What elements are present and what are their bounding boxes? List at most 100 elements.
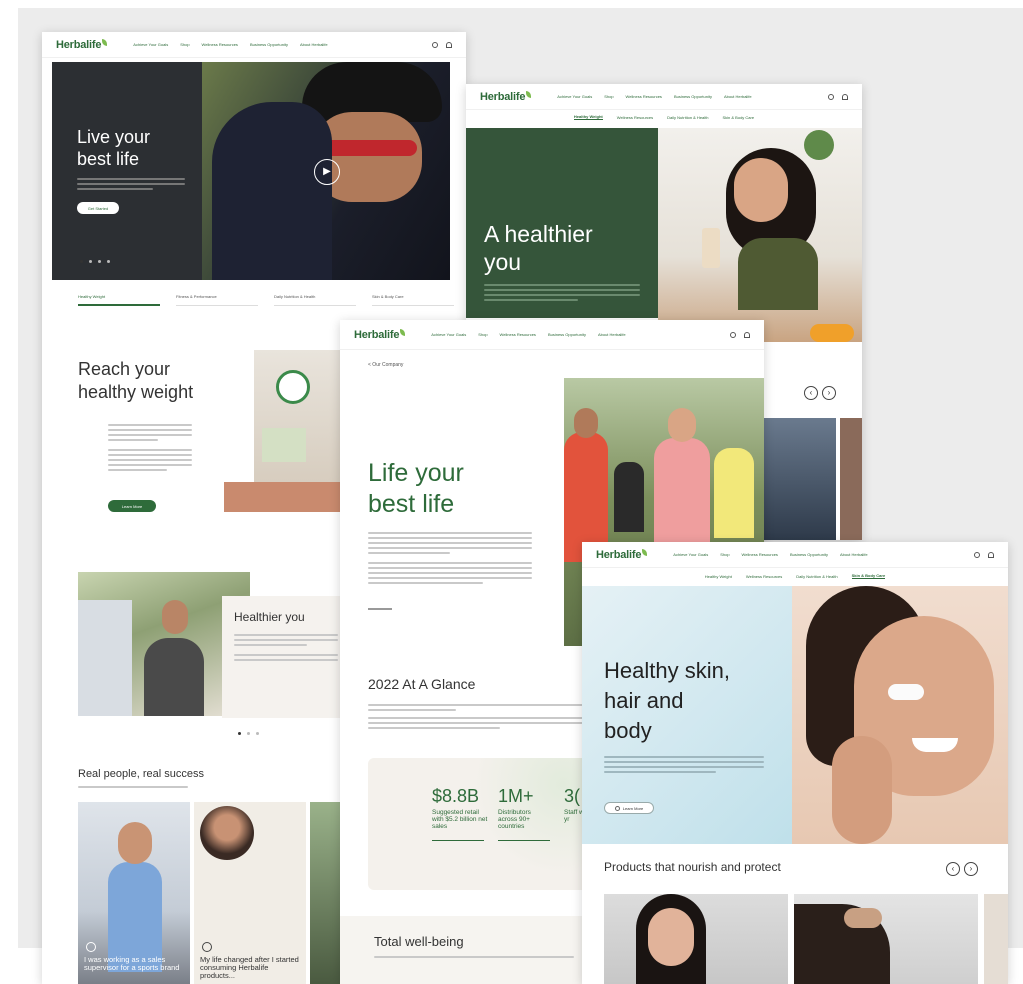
- nav-about[interactable]: About Herbalife: [840, 552, 868, 557]
- play-video-icon[interactable]: ▶: [314, 159, 340, 185]
- hero-title: A healthier you: [484, 221, 593, 275]
- sub-nav: Healthy Weight Wellness Resources Daily …: [466, 110, 862, 124]
- nav-achieve-goals[interactable]: Achieve Your Goals: [673, 552, 708, 557]
- hero-cta-button[interactable]: Get Started: [77, 202, 119, 214]
- product-thumb-2[interactable]: [840, 418, 862, 540]
- nav-about[interactable]: About Herbalife: [724, 94, 752, 99]
- woman-skincare-photo: [792, 586, 1008, 844]
- subnav-wellness[interactable]: Wellness Resources: [746, 574, 782, 579]
- herbalife-logo[interactable]: Herbalife: [354, 328, 406, 341]
- stat-2: 1M+ Distributors across 90+ countries: [498, 786, 558, 841]
- tab-daily-nutrition[interactable]: Daily Nutrition & Health: [274, 294, 356, 306]
- stat-1-divider: [432, 840, 484, 841]
- user-icon[interactable]: [744, 331, 750, 338]
- product-card-3[interactable]: [984, 894, 1008, 984]
- kitchen-plant: [804, 130, 834, 160]
- runner-center: [654, 438, 710, 548]
- woman-top: [738, 238, 818, 310]
- product-thumb-1[interactable]: [764, 418, 836, 540]
- hero-more-link[interactable]: [368, 608, 392, 610]
- nav-wellness-resources[interactable]: Wellness Resources: [626, 94, 662, 99]
- healthier-you-card: Healthier you: [222, 596, 350, 718]
- product-badge-icon: [276, 370, 310, 404]
- nav-achieve-goals[interactable]: Achieve Your Goals: [431, 332, 466, 337]
- tab-skin-body[interactable]: Skin & Body Care: [372, 294, 454, 306]
- nav-shop[interactable]: Shop: [180, 42, 189, 47]
- subnav-skin-body[interactable]: Skin & Body Care: [723, 115, 755, 120]
- search-icon[interactable]: [974, 551, 980, 558]
- tab-healthy-weight[interactable]: Healthy Weight: [78, 294, 160, 306]
- nav-wellness-resources[interactable]: Wellness Resources: [202, 42, 238, 47]
- healthy-weight-cta[interactable]: Learn More: [108, 500, 156, 512]
- products-prev-button[interactable]: ‹: [946, 862, 960, 876]
- herbalife-logo[interactable]: Herbalife: [480, 90, 532, 103]
- nav-about[interactable]: About Herbalife: [598, 332, 626, 337]
- hairbrush-icon: [844, 908, 882, 928]
- nav-business-opportunity[interactable]: Business Opportunity: [250, 42, 288, 47]
- user-icon[interactable]: [842, 93, 848, 100]
- runner-middle: [614, 462, 644, 532]
- hero-cta-button[interactable]: Learn More: [604, 802, 654, 814]
- search-icon[interactable]: [828, 93, 834, 100]
- stat-2-value: 1M+: [498, 786, 534, 806]
- card-carousel-dots[interactable]: [238, 732, 259, 735]
- nav-business-opportunity[interactable]: Business Opportunity: [790, 552, 828, 557]
- subnav-wellness[interactable]: Wellness Resources: [617, 115, 653, 120]
- hero-description: [604, 756, 764, 776]
- nav-achieve-goals[interactable]: Achieve Your Goals: [133, 42, 168, 47]
- nav-wellness-resources[interactable]: Wellness Resources: [742, 552, 778, 557]
- oranges: [810, 324, 854, 342]
- hero-carousel-dots[interactable]: [80, 260, 110, 263]
- sub-nav: Healthy Weight Wellness Resources Daily …: [582, 568, 1008, 584]
- subnav-daily-nutrition[interactable]: Daily Nutrition & Health: [667, 115, 708, 120]
- story-2-text: My life changed after I started consumin…: [200, 955, 299, 980]
- hero-light-panel: Healthy skin, hair and body Learn More: [582, 586, 792, 844]
- story-2-icon: [202, 942, 212, 952]
- glance-description: [368, 704, 588, 732]
- success-story-card-2[interactable]: My life changed after I started consumin…: [194, 802, 306, 984]
- person-left: [78, 600, 132, 716]
- nav-about[interactable]: About Herbalife: [300, 42, 328, 47]
- tab-fitness[interactable]: Fitness & Performance: [176, 294, 258, 306]
- search-icon[interactable]: [432, 41, 438, 48]
- nav-achieve-goals[interactable]: Achieve Your Goals: [557, 94, 592, 99]
- subnav-skin-body[interactable]: Skin & Body Care: [851, 573, 886, 579]
- woman-smile: [912, 738, 958, 752]
- product-card-1[interactable]: [604, 894, 788, 984]
- products-title: Products that nourish and protect: [604, 860, 781, 874]
- carousel-next-button[interactable]: ›: [822, 386, 836, 400]
- subnav-healthy-weight[interactable]: Healthy Weight: [705, 574, 732, 579]
- nav-business-opportunity[interactable]: Business Opportunity: [674, 94, 712, 99]
- cyclist-body: [212, 102, 332, 280]
- nav-wellness-resources[interactable]: Wellness Resources: [500, 332, 536, 337]
- carousel-prev-button[interactable]: ‹: [804, 386, 818, 400]
- user-icon[interactable]: [446, 41, 452, 48]
- herbalife-logo[interactable]: Herbalife: [596, 548, 648, 561]
- hero-description: [484, 284, 640, 304]
- nav-shop[interactable]: Shop: [720, 552, 729, 557]
- wellbeing-description: [374, 956, 574, 961]
- subnav-healthy-weight[interactable]: Healthy Weight: [573, 114, 603, 120]
- page-skin-body: Herbalife Achieve Your Goals Shop Wellne…: [582, 542, 1008, 984]
- nav-shop[interactable]: Shop: [604, 94, 613, 99]
- products-next-button[interactable]: ›: [964, 862, 978, 876]
- herbalife-logo[interactable]: Herbalife: [56, 38, 108, 51]
- hero-title: Life your best life: [368, 459, 464, 518]
- healthy-weight-title: Reach your healthy weight: [78, 359, 194, 402]
- hero-title: Live your best life: [77, 127, 151, 169]
- woman-hand: [832, 736, 892, 844]
- search-icon[interactable]: [730, 331, 736, 338]
- subnav-daily-nutrition[interactable]: Daily Nutrition & Health: [796, 574, 837, 579]
- hero-title: Healthy skin, hair and body: [604, 658, 730, 743]
- story-1-icon: [86, 942, 96, 952]
- person-right: [144, 638, 204, 716]
- back-link[interactable]: < Our Company: [368, 362, 403, 368]
- woman-face: [734, 158, 788, 222]
- success-story-card-1[interactable]: I was working as a sales supervisor for …: [78, 802, 190, 984]
- nav-shop[interactable]: Shop: [478, 332, 487, 337]
- nav-business-opportunity[interactable]: Business Opportunity: [548, 332, 586, 337]
- product-card-2[interactable]: [794, 894, 978, 984]
- stat-2-label: Distributors across 90+ countries: [498, 809, 531, 830]
- user-icon[interactable]: [988, 551, 994, 558]
- top-nav: Herbalife Achieve Your Goals Shop Wellne…: [340, 320, 764, 350]
